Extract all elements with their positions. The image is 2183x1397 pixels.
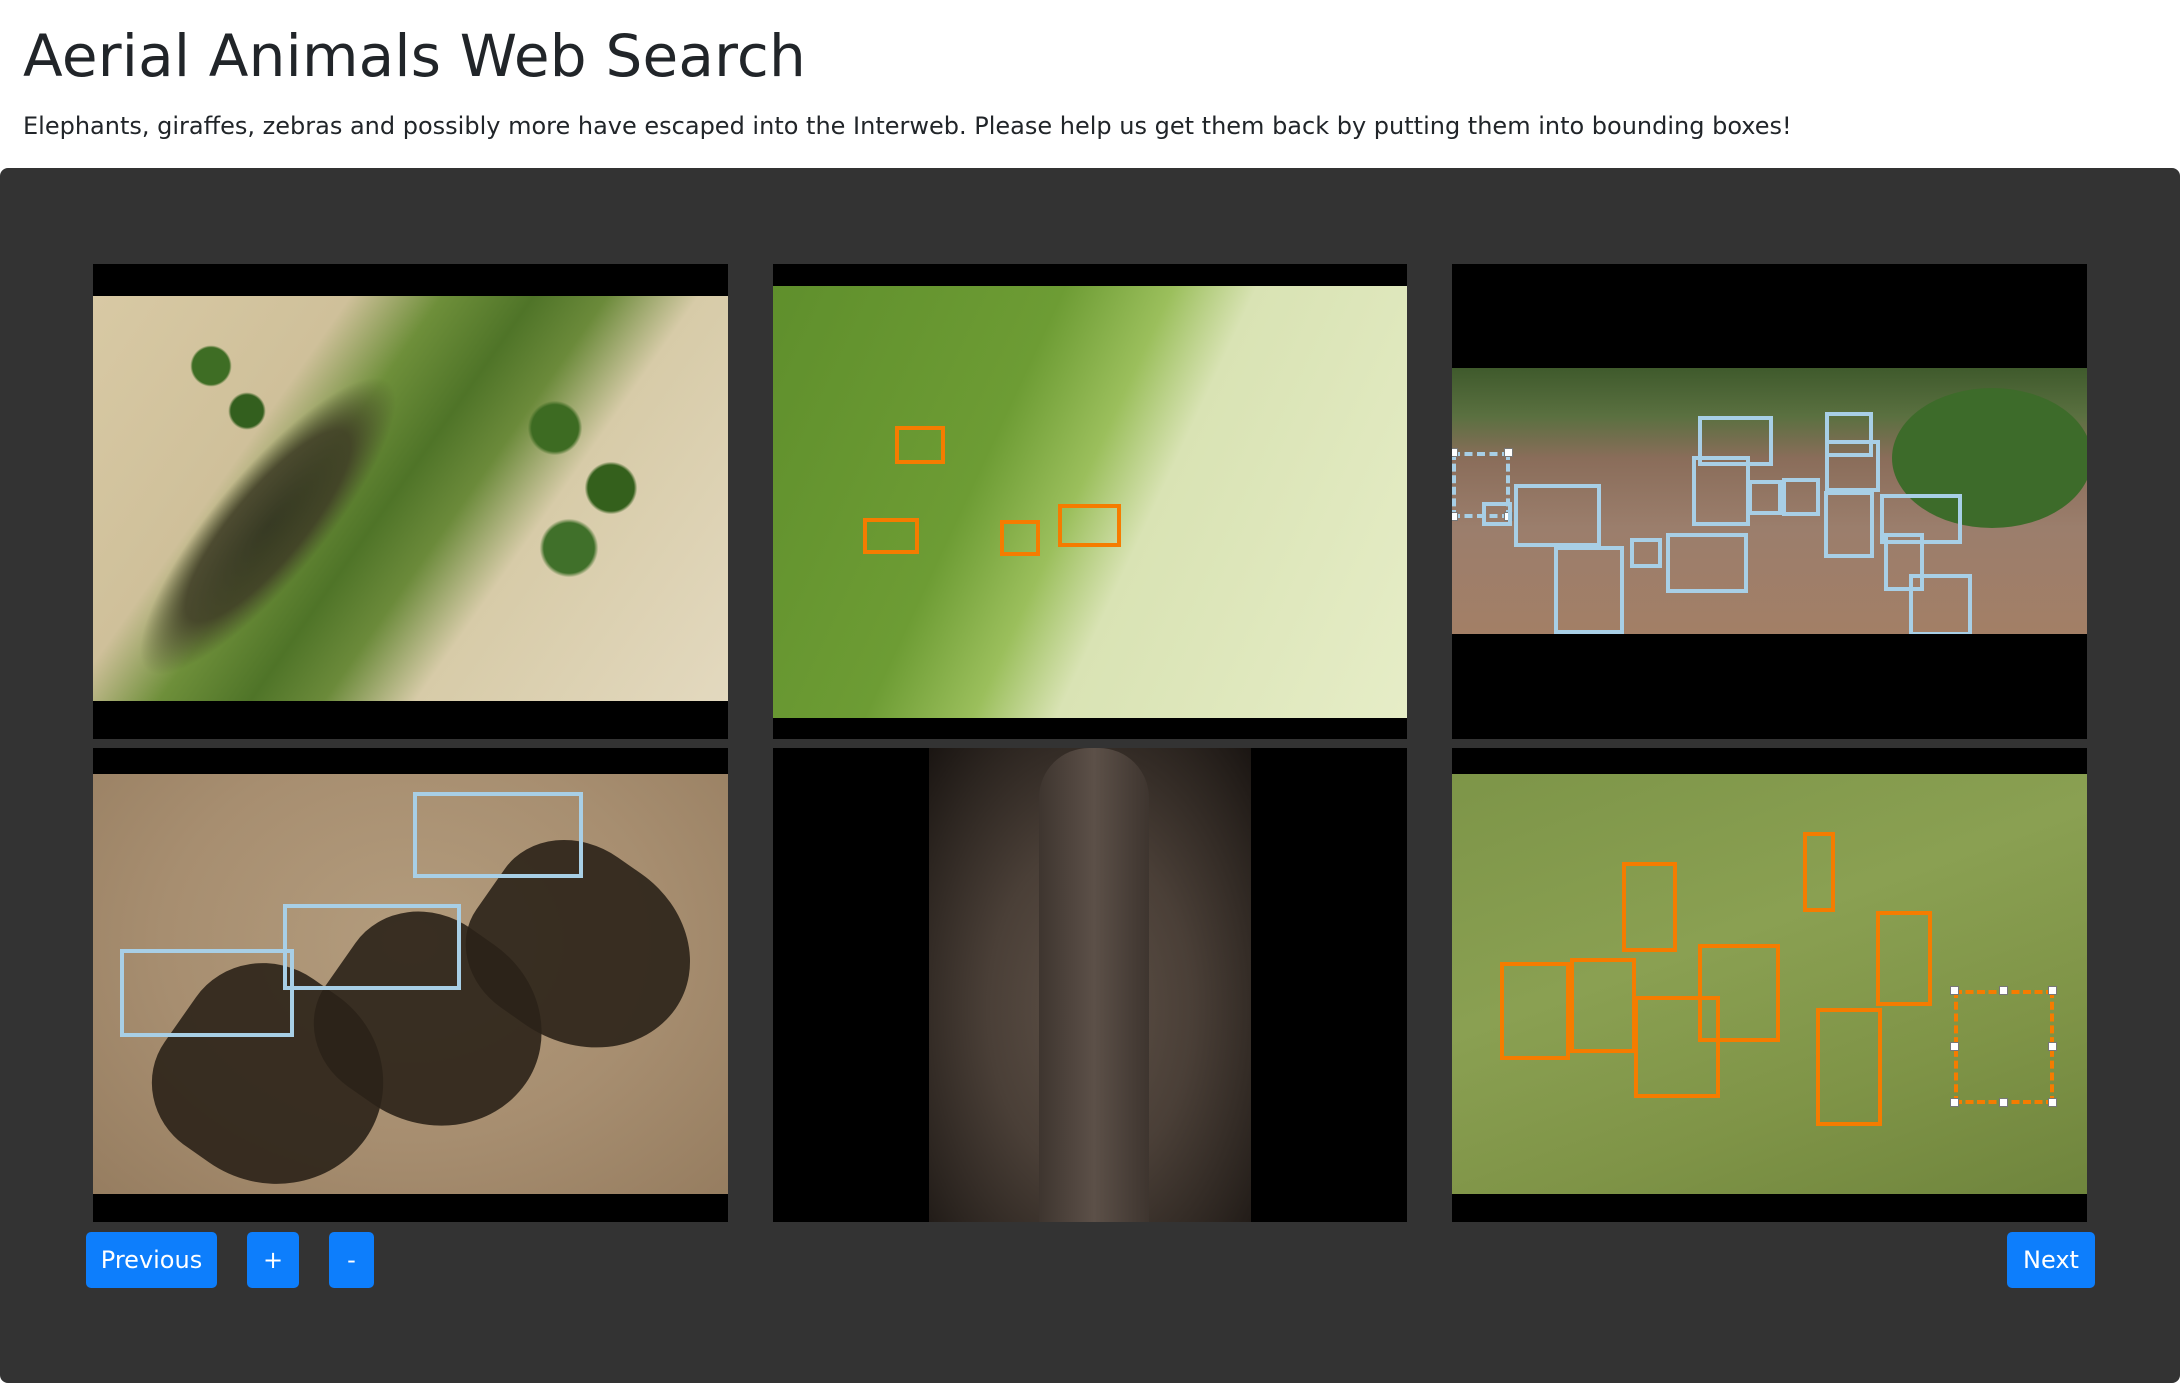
- elephant-trunk-photo: [929, 748, 1251, 1222]
- elephant-bounding-box[interactable]: [1666, 533, 1748, 593]
- next-button[interactable]: Next: [2007, 1232, 2095, 1288]
- resize-handle[interactable]: [1950, 1098, 1959, 1107]
- elephant-bounding-box[interactable]: [1748, 480, 1782, 515]
- elephant-bounding-box[interactable]: [120, 949, 294, 1037]
- grid-image-6[interactable]: [1452, 748, 2087, 1222]
- bush-cluster: [513, 356, 653, 596]
- elephant-bounding-box[interactable]: [1482, 502, 1512, 526]
- grid-image-4[interactable]: [93, 748, 728, 1222]
- grid-image-3[interactable]: [1452, 264, 2087, 739]
- aerial-marsh-photo: [773, 286, 1407, 718]
- elephant-bounding-box[interactable]: [1514, 484, 1601, 547]
- resize-handle[interactable]: [1452, 512, 1458, 521]
- elephant-trunk: [1039, 748, 1149, 1222]
- resize-handle[interactable]: [1504, 448, 1513, 457]
- zebra-bounding-box[interactable]: [1570, 958, 1636, 1053]
- zebra-bounding-box[interactable]: [1058, 504, 1121, 547]
- bush-cluster: [163, 306, 283, 456]
- zoom-in-button[interactable]: +: [247, 1232, 299, 1288]
- previous-button[interactable]: Previous: [86, 1232, 217, 1288]
- zebra-bounding-box[interactable]: [1876, 911, 1932, 1006]
- zebra-bounding-box[interactable]: [1954, 990, 2054, 1104]
- zebra-bounding-box[interactable]: [1803, 832, 1835, 912]
- aerial-herd-photo: [93, 296, 728, 701]
- zebra-bounding-box[interactable]: [1500, 962, 1570, 1060]
- zebra-bounding-box[interactable]: [1634, 996, 1720, 1098]
- elephant-bounding-box[interactable]: [1692, 456, 1750, 526]
- elephant-bounding-box[interactable]: [413, 792, 583, 878]
- resize-handle[interactable]: [1950, 1042, 1959, 1051]
- resize-handle[interactable]: [1999, 986, 2008, 995]
- aerial-elephant-shadows-photo: [93, 774, 728, 1194]
- zoom-out-button[interactable]: -: [329, 1232, 374, 1288]
- grid-image-1[interactable]: [93, 264, 728, 739]
- elephant-bounding-box[interactable]: [1909, 574, 1972, 634]
- elephant-bounding-box[interactable]: [283, 904, 461, 990]
- resize-handle[interactable]: [1999, 1098, 2008, 1107]
- zebra-bounding-box[interactable]: [1000, 520, 1040, 556]
- resize-handle[interactable]: [2048, 1042, 2057, 1051]
- elephant-bounding-box[interactable]: [1782, 478, 1820, 516]
- image-grid-panel: Previous + - Next: [0, 168, 2180, 1383]
- elephant-bounding-box[interactable]: [1824, 491, 1874, 558]
- grid-image-5[interactable]: [773, 748, 1407, 1222]
- zebra-bounding-box[interactable]: [1816, 1008, 1882, 1126]
- zebra-bounding-box[interactable]: [863, 518, 919, 554]
- aerial-zebra-herd-photo: [1452, 774, 2087, 1194]
- zebra-bounding-box[interactable]: [1622, 862, 1677, 952]
- resize-handle[interactable]: [2048, 986, 2057, 995]
- aerial-river-elephants-photo: [1452, 368, 2087, 634]
- elephant-bounding-box[interactable]: [1554, 546, 1624, 634]
- page-subtitle: Elephants, giraffes, zebras and possibly…: [23, 112, 1792, 140]
- zebra-bounding-box[interactable]: [895, 426, 945, 464]
- elephant-bounding-box[interactable]: [1630, 538, 1662, 568]
- resize-handle[interactable]: [2048, 1098, 2057, 1107]
- page-title: Aerial Animals Web Search: [23, 22, 806, 90]
- elephant-bounding-box[interactable]: [1825, 440, 1880, 492]
- resize-handle[interactable]: [1452, 448, 1458, 457]
- resize-handle[interactable]: [1950, 986, 1959, 995]
- grid-image-2[interactable]: [773, 264, 1407, 739]
